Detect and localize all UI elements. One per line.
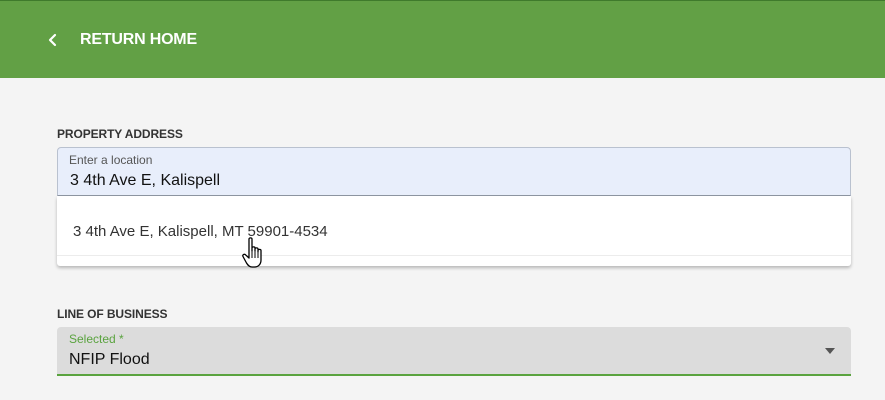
address-suggestions-list: 3 4th Ave E, Kalispell, MT 59901-4534	[57, 196, 851, 266]
return-home-button[interactable]: RETURN HOME	[46, 31, 197, 49]
location-input-value[interactable]: 3 4th Ave E, Kalispell	[70, 172, 220, 190]
line-of-business-value: NFIP Flood	[69, 351, 150, 368]
property-address-heading: PROPERTY ADDRESS	[57, 127, 183, 141]
location-input[interactable]: Enter a location 3 4th Ave E, Kalispell	[57, 147, 851, 196]
location-input-label: Enter a location	[69, 153, 153, 167]
chevron-left-icon	[48, 33, 57, 46]
address-suggestion[interactable]: 3 4th Ave E, Kalispell, MT 59901-4534	[57, 196, 851, 256]
top-bar: RETURN HOME	[0, 0, 885, 78]
line-of-business-heading: LINE OF BUSINESS	[57, 307, 168, 321]
hand-pointer-icon	[242, 237, 262, 268]
return-home-label: RETURN HOME	[80, 30, 197, 48]
line-of-business-select[interactable]: Selected * NFIP Flood	[57, 327, 851, 376]
line-of-business-label: Selected *	[69, 332, 124, 346]
dropdown-caret-icon[interactable]	[825, 348, 835, 354]
address-suggestion-text: 3 4th Ave E, Kalispell, MT 59901-4534	[73, 223, 328, 240]
